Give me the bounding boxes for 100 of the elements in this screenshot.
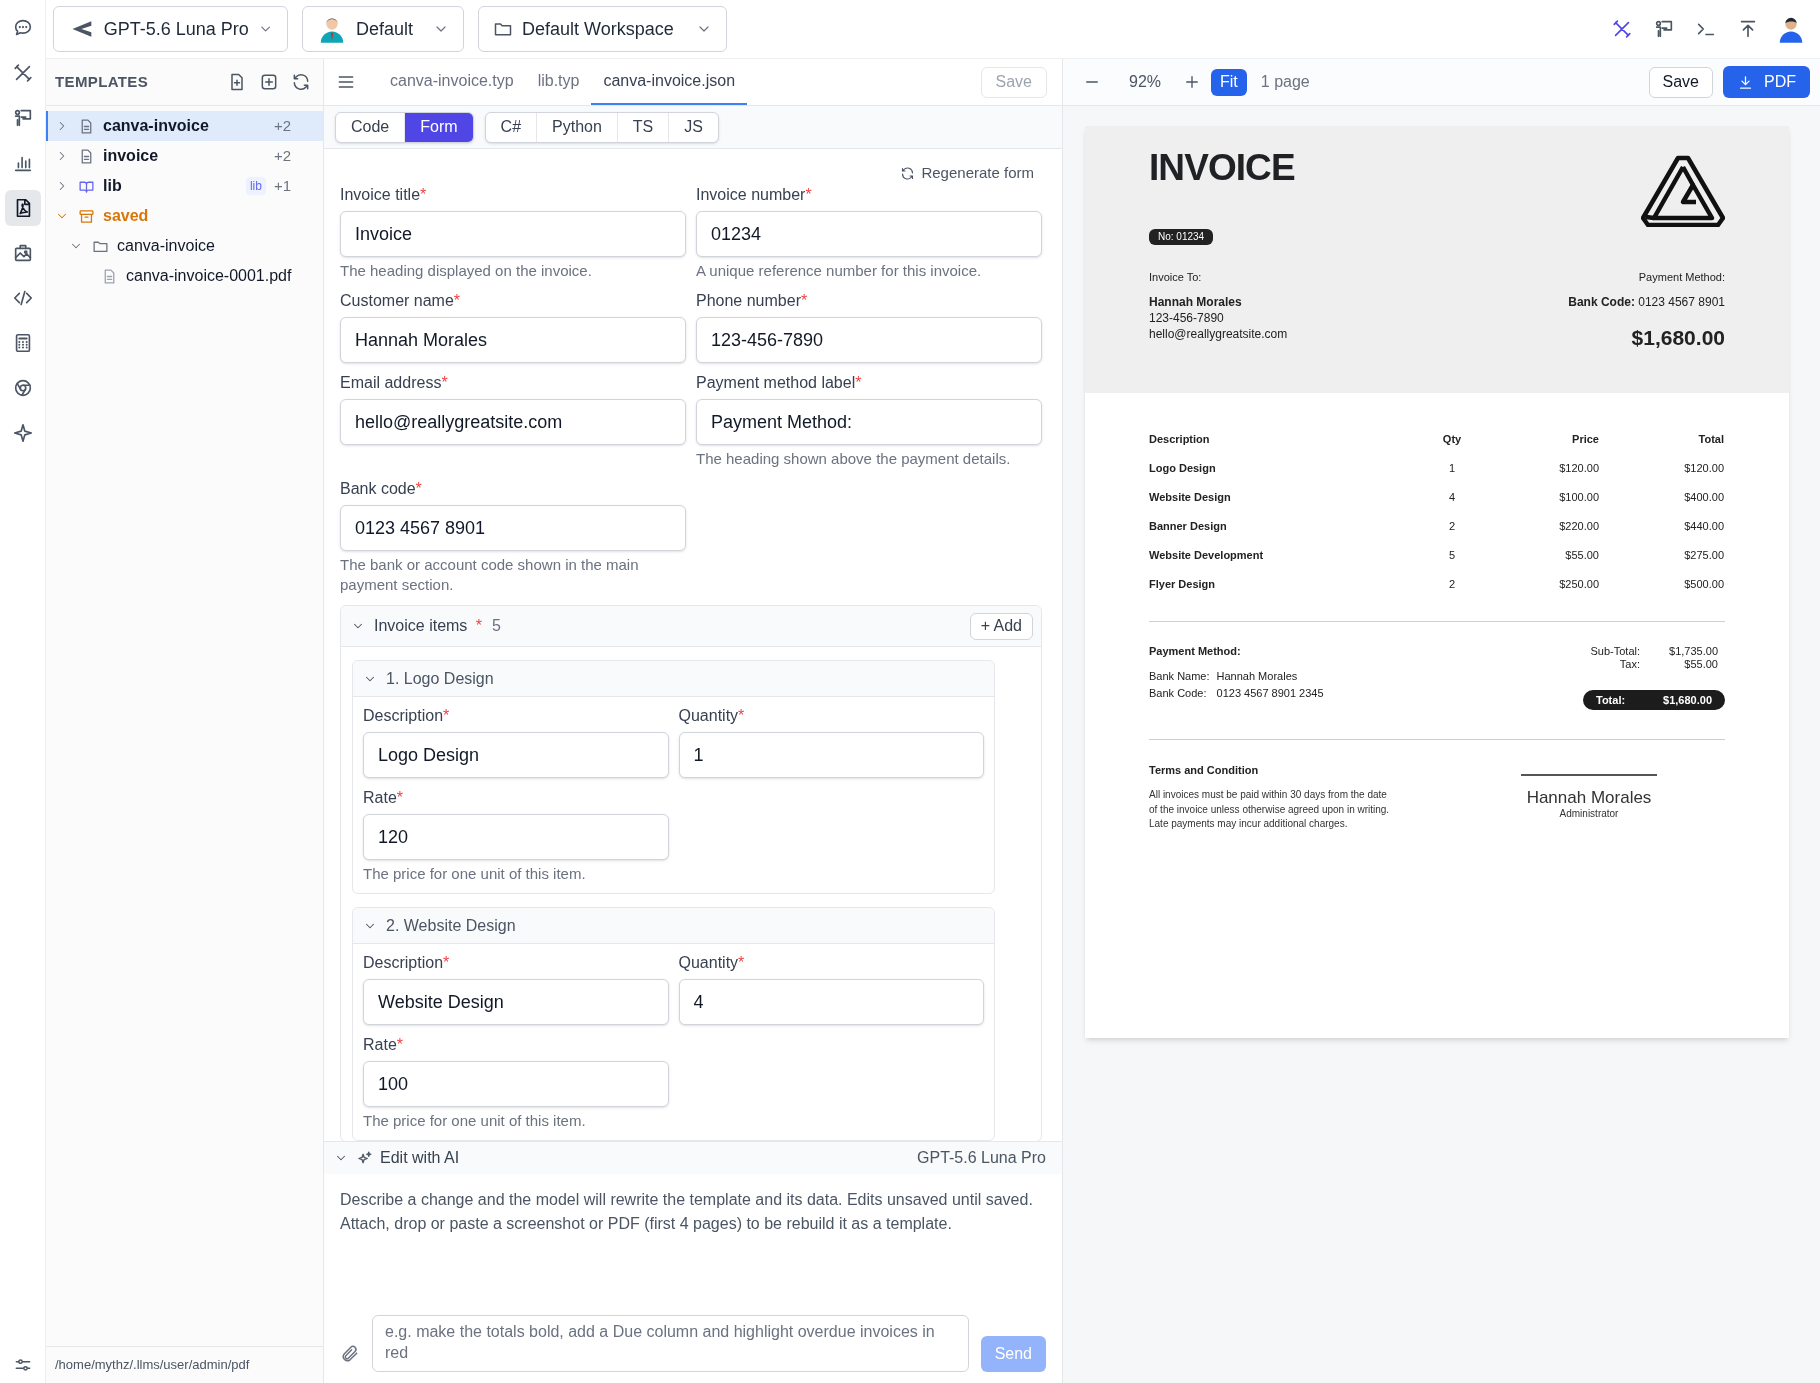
input-field[interactable]: Invoice (340, 211, 686, 257)
fit-button[interactable]: Fit (1211, 68, 1247, 96)
summary-label: Sub-Total: (1590, 645, 1640, 658)
table-cell-text: $120.00 (1558, 461, 1599, 476)
mode-tab[interactable]: C# (485, 112, 537, 142)
save-button[interactable]: Save (1648, 66, 1713, 98)
column-header: Total (1697, 432, 1724, 447)
help-text: The price for one unit of this item. (363, 864, 587, 884)
pdf-document-nav-button[interactable] (4, 190, 41, 226)
description-text: Describe a change and the model will rewrite the template and its data. Edits unsaved until saved. Attach, drop or paste a screenshot or PDF (first 4 pages) to be rebuild it as a template. (340, 1190, 1034, 1234)
field-label: Quantity* (678, 706, 746, 726)
total-label: Total: (1596, 692, 1626, 708)
column-header: Qty (1441, 432, 1463, 447)
field-label: Invoice title* (340, 185, 428, 205)
detail-value: Hannah Morales (1216, 669, 1299, 684)
input-field[interactable]: Website Design (363, 979, 669, 1025)
input-field[interactable]: 1 (678, 732, 984, 778)
table-cell-text: 5 (1447, 548, 1457, 563)
model-label: GPT-5.6 Luna Pro (917, 1148, 1046, 1168)
table-cell-text: $55.00 (1564, 548, 1599, 563)
paperclip-icon[interactable] (340, 1344, 360, 1364)
tree-item[interactable]: invoice +2 (46, 141, 323, 171)
tools-icon[interactable] (11, 62, 34, 84)
summary-label: Tax: (1618, 658, 1640, 671)
input-field[interactable]: 120 (363, 814, 669, 860)
table-cell-text: $500.00 (1683, 577, 1724, 592)
page-count: 1 page (1260, 72, 1310, 92)
tree-item[interactable]: lib lib +1 (46, 171, 323, 201)
table-cell-text: $120.00 (1683, 461, 1724, 476)
terms-heading: Terms and Condition (1149, 763, 1260, 778)
total-value: $1,680.00 (1663, 692, 1712, 708)
payment-method-heading: Payment Method: (1638, 270, 1725, 284)
field-label: Bank code* (340, 479, 423, 499)
summary-value: $1,735.00 (1668, 645, 1718, 658)
input-field[interactable]: hello@reallygreatsite.com (340, 399, 686, 445)
input-field[interactable]: Logo Design (363, 732, 669, 778)
add-icon[interactable] (259, 72, 279, 92)
mode-tab[interactable]: TS (616, 112, 669, 142)
column-header: Price (1571, 432, 1599, 447)
field-label: Quantity* (678, 953, 746, 973)
refresh-icon[interactable] (291, 72, 311, 92)
input-field[interactable]: Hannah Morales (340, 317, 686, 363)
tree-item[interactable]: canva-invoice (46, 231, 323, 261)
regenerate-form-button[interactable]: Regenerate form (900, 161, 1034, 185)
help-text: A unique reference number for this invoice. (696, 261, 983, 281)
zoom-level: 92% (1129, 72, 1162, 92)
selector-dropdown[interactable]: Default Workspace (478, 6, 727, 52)
section-title: TEMPLATES (55, 71, 149, 92)
add-button[interactable]: + Add (969, 612, 1033, 640)
prompt-field[interactable]: e.g. make the totals bold, add a Due column and highlight overdue invoices in red (372, 1315, 969, 1372)
file-tab[interactable]: lib.typ (525, 59, 592, 105)
section-title: Invoice items * (374, 616, 483, 636)
panel-title: Edit with AI (380, 1148, 460, 1168)
field-label: Payment method label* (696, 373, 863, 393)
field-label: Description* (363, 706, 451, 726)
detail-label: Bank Name: (1149, 669, 1210, 684)
download-icon (1737, 73, 1754, 91)
invoice-title: INVOICE (1149, 147, 1295, 189)
field-label: Rate* (363, 788, 405, 808)
item-title: 2. Website Design (386, 915, 516, 936)
tree-item[interactable]: canva-invoice-0001.pdf (46, 261, 323, 291)
selector-dropdown[interactable]: GPT-5.6 Luna Pro (53, 6, 288, 52)
mode-tab[interactable]: Python (536, 112, 617, 142)
field-label: Email address* (340, 373, 449, 393)
input-field[interactable]: Payment Method: (696, 399, 1042, 445)
sparkle-icon[interactable] (11, 422, 34, 444)
table-cell-text: 2 (1447, 577, 1457, 592)
help-text: The price for one unit of this item. (363, 1111, 587, 1131)
tree-item[interactable]: canva-invoice +2 (46, 111, 323, 141)
invoice-to-heading: Invoice To: (1149, 270, 1203, 284)
file-tab[interactable]: canva-invoice.typ (378, 59, 526, 105)
input-field[interactable]: 123-456-7890 (696, 317, 1042, 363)
bank-code-text: Bank Code: 0123 4567 8901 (1568, 294, 1725, 310)
count-label: +1 (273, 175, 291, 196)
payment-method-heading: Payment Method: (1149, 644, 1242, 659)
signature-role: Administrator (1559, 808, 1619, 820)
table-cell-text: $440.00 (1683, 519, 1724, 534)
input-field[interactable]: 01234 (696, 211, 1042, 257)
amount-due: $1,680.00 (1631, 325, 1725, 351)
input-field[interactable]: 0123 4567 8901 (340, 505, 686, 551)
item-title: 1. Logo Design (386, 668, 494, 689)
table-cell-text: 1 (1447, 461, 1457, 476)
table-cell-text: Website Design (1149, 490, 1232, 505)
help-text: The heading shown above the payment details. (696, 449, 1012, 469)
input-field[interactable]: 100 (363, 1061, 669, 1107)
table-cell-text: $275.00 (1683, 548, 1724, 563)
download-pdf-button[interactable]: PDF (1723, 66, 1810, 98)
mode-tab[interactable]: Form (404, 112, 473, 142)
input-field[interactable]: 4 (678, 979, 984, 1025)
archive-icon (78, 207, 95, 225)
invoice-number-badge: No: 01234 (1149, 229, 1214, 245)
table-cell-text: $400.00 (1683, 490, 1724, 505)
signature-name: Hannah Morales (1526, 788, 1652, 808)
table-cell-text: Website Development (1149, 548, 1265, 563)
mode-tab[interactable]: JS (668, 112, 718, 142)
customer-phone: 123-456-7890 (1149, 310, 1225, 326)
selector-dropdown[interactable]: Default (302, 6, 464, 52)
mode-tab[interactable]: Code (336, 112, 405, 142)
table-cell-text: Logo Design (1149, 461, 1217, 476)
field-label: Invoice number* (696, 185, 813, 205)
